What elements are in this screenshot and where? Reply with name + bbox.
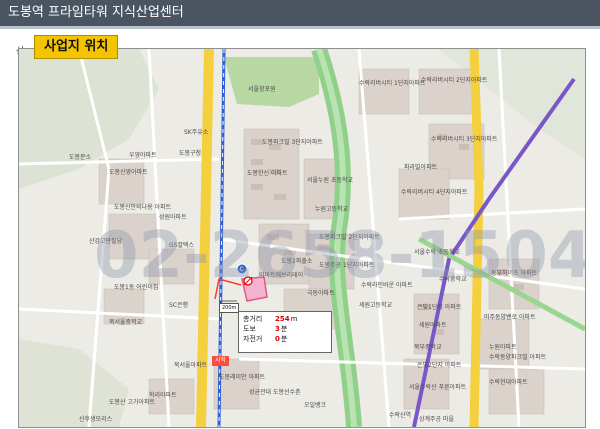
label-bukseoul: 북서울중학교: [109, 318, 143, 326]
label-apt-4: 수락리버시티 4단지아파트: [401, 188, 468, 196]
label-dobong-gu: 도봉구청: [179, 149, 201, 157]
distance-row: 총거리 254 m: [243, 314, 327, 324]
label-sura-dongyang: 수락동양파크빌 아파트: [489, 353, 547, 361]
walk-key: 도보: [243, 325, 256, 333]
distance-key: 총거리: [243, 315, 263, 323]
label-raemian: 도봉래미안 아파트: [219, 373, 266, 381]
route-info-box: 총거리 254 m 도보 3 분 자전거 0 분: [238, 311, 332, 353]
label-apt-1: 수락리버시티 1단지아파트: [359, 79, 426, 87]
label-oil: 오일뱅크: [304, 401, 327, 409]
label-dobong-park3: 도봉파크빌 3단지아파트: [262, 138, 323, 146]
start-label: 시작: [212, 356, 230, 366]
label-nuwon-apt: 누원아파트: [489, 343, 517, 351]
scale-label: 200m: [219, 303, 240, 313]
location-map[interactable]: C 서울창포원 수락리버시티 1단지아파트 수락리버시티 2단지아파트 수락리버…: [18, 48, 586, 428]
label-uyeon: 우영아파트: [129, 151, 157, 159]
label-suraksan-station: 수락산역: [389, 411, 411, 419]
label-sk: SK주유소: [184, 129, 209, 136]
label-sinyeong: 도봉신영아파트: [109, 168, 148, 176]
label-sanggye-bottom: 상계주공 마을: [419, 415, 455, 423]
label-gung: 도봉산 고가아파트: [109, 398, 156, 406]
label-park: 서울창포원: [248, 85, 276, 93]
section-label: 사업지 위치: [34, 35, 119, 59]
walk-unit: 분: [280, 325, 288, 333]
label-hakrin: 학리아파트: [149, 391, 177, 399]
label-park-apt: 파라빌아파트: [404, 163, 438, 171]
bike-key: 자전거: [243, 335, 263, 343]
watermark: 02-2658-1504: [94, 219, 585, 293]
walk-row: 도보 3 분: [243, 324, 327, 334]
label-hanshin: 도봉한신 아파트: [247, 169, 288, 177]
label-suraksan-hyundai: 수락현대아파트: [489, 378, 528, 386]
label-bukbu: 북부중학교: [414, 343, 442, 351]
label-bottom-left: 산후생모리스: [79, 415, 113, 423]
label-sc: SC은행: [169, 301, 188, 309]
park-area: [224, 57, 319, 107]
label-eunbit1: 은빛1단지 아파트: [417, 303, 462, 311]
label-sewon: 세원아파트: [419, 321, 447, 329]
label-midong: 미주동양밴로 아파트: [484, 313, 536, 321]
title-bar-accent: [0, 26, 600, 29]
label-bukseoul-apt: 북서울아파트: [174, 361, 208, 369]
distance-unit: m: [290, 315, 298, 323]
label-eunbit2: 은빛2단지 아파트: [417, 361, 462, 369]
label-suraksan-blue: 서울수락산 푸른아파트: [409, 383, 467, 391]
title-bar: 도봉역 프라임타워 지식산업센터: [0, 0, 600, 26]
distance-value: 254: [275, 315, 290, 323]
label-dobong-bunseo: 도봉분소: [69, 153, 92, 161]
label-nuwon-elem: 서울누원 초등학교: [307, 176, 354, 184]
label-apt-2: 수락리버시티 2단지아파트: [421, 76, 488, 84]
walk-value: 3: [275, 325, 280, 333]
label-sewon-high: 세원고등학교: [359, 301, 393, 309]
map-canvas[interactable]: C 서울창포원 수락리버시티 1단지아파트 수락리버시티 2단지아파트 수락리버…: [19, 49, 585, 427]
page-title: 도봉역 프라임타워 지식산업센터: [8, 5, 184, 20]
bike-row: 자전거 0 분: [243, 334, 327, 344]
label-meadow: 도봉신안비나용 아파트: [114, 203, 172, 211]
bike-unit: 분: [280, 335, 288, 343]
label-seonggyun: 성균관대 도봉선수촌: [249, 388, 301, 396]
label-nuwon-high: 누원고등학교: [315, 205, 349, 213]
label-apt-3: 수락리버시티 3단지아파트: [431, 135, 498, 143]
bike-value: 0: [275, 335, 280, 343]
